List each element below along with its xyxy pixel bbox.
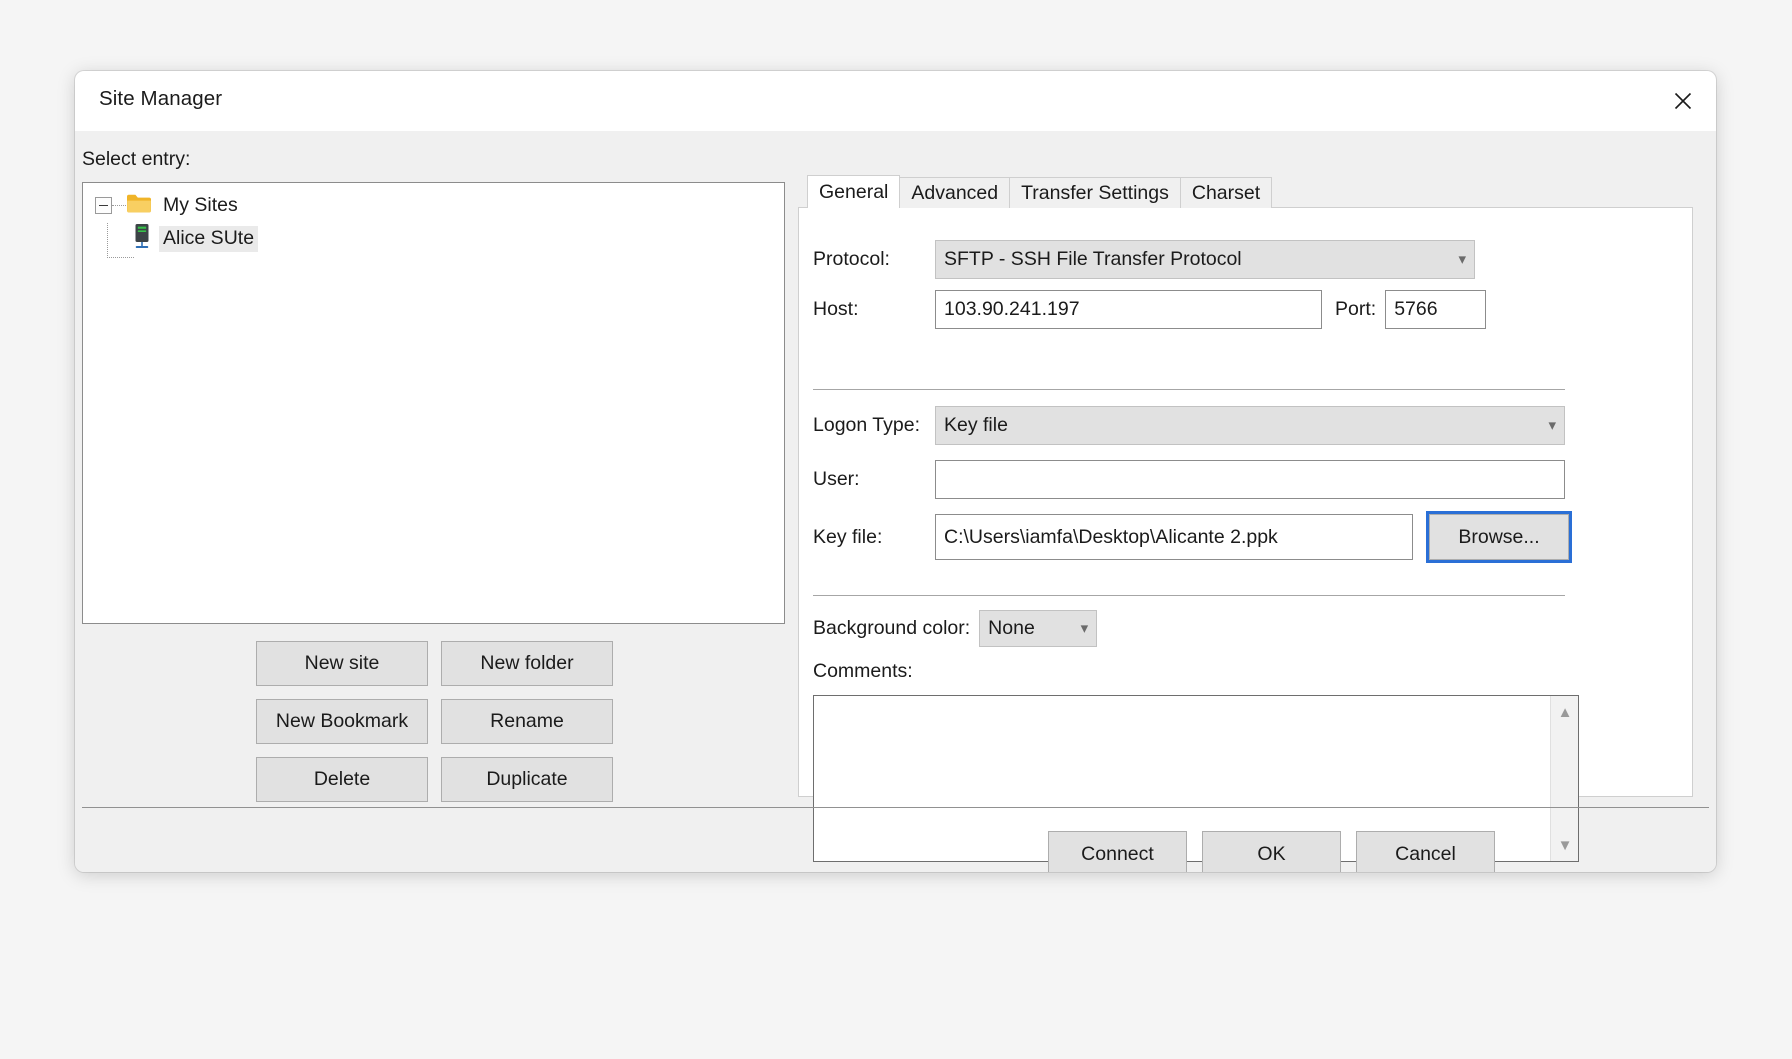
ok-button[interactable]: OK [1202,831,1341,872]
server-icon [131,223,153,254]
dialog-title: Site Manager [99,87,223,110]
port-label: Port: [1335,298,1377,320]
comments-scrollbar[interactable]: ▲ ▼ [1550,696,1578,861]
background-color-row: Background color: None ▾ [813,610,1098,647]
user-input[interactable] [935,460,1565,499]
settings-tabs: General Advanced Transfer Settings Chars… [807,175,1273,208]
tab-advanced[interactable]: Advanced [899,177,1011,208]
dialog-titlebar: Site Manager [75,71,1716,131]
protocol-value: SFTP - SSH File Transfer Protocol [944,248,1242,270]
tree-item-alice-sute[interactable]: Alice SUte [131,222,784,255]
settings-pane: General Advanced Transfer Settings Chars… [798,175,1693,862]
folder-icon [126,193,152,219]
background-color-select[interactable]: None ▾ [979,610,1098,647]
tree-item-my-sites[interactable]: My Sites [95,189,784,222]
footer-divider [82,807,1709,808]
tab-general[interactable]: General [807,175,901,208]
protocol-label: Protocol: [813,248,890,270]
comments-label-row: Comments: [813,660,913,683]
logon-type-value: Key file [944,414,1008,436]
background-color-label: Background color: [813,617,971,639]
new-bookmark-button[interactable]: New Bookmark [256,699,428,744]
logon-type-select[interactable]: Key file ▾ [935,406,1565,445]
protocol-row: Protocol: SFTP - SSH File Transfer Proto… [813,240,1475,279]
select-entry-label: Select entry: [82,148,191,170]
footer-actions: Connect OK Cancel [1048,831,1495,872]
chevron-down-icon: ▾ [1458,251,1466,268]
tree-item-label: My Sites [163,193,238,216]
scroll-up-icon[interactable]: ▲ [1551,698,1579,726]
site-tree[interactable]: My Sites Alice SUte [82,182,785,624]
user-row: User: [813,460,1565,499]
key-file-label: Key file: [813,525,883,548]
tree-action-buttons: New site New folder New Bookmark Rename … [256,641,613,802]
dialog-body: Select entry: My Sites Alice SUte New si… [75,131,1716,872]
divider-2 [813,595,1565,596]
divider-1 [813,389,1565,390]
logon-type-row: Logon Type: Key file ▾ [813,406,1565,445]
host-row: Host: 103.90.241.197 Port: 5766 [813,290,1487,329]
close-icon[interactable] [1650,71,1716,131]
tab-transfer-settings[interactable]: Transfer Settings [1009,177,1181,208]
duplicate-button[interactable]: Duplicate [441,757,613,802]
key-file-row: Key file: C:\Users\iamfa\Desktop\Alicant… [813,514,1569,560]
chevron-down-icon: ▾ [1548,417,1556,434]
tree-guide-line [107,223,134,258]
host-label: Host: [813,298,859,320]
user-label: User: [813,468,860,490]
chevron-down-icon: ▾ [1080,620,1089,637]
general-tab-panel: Protocol: SFTP - SSH File Transfer Proto… [798,207,1693,862]
browse-button[interactable]: Browse... [1429,514,1569,560]
host-input[interactable]: 103.90.241.197 [935,290,1322,329]
tree-connector [112,204,126,207]
tab-charset[interactable]: Charset [1179,177,1273,208]
tree-item-label: Alice SUte [159,225,259,252]
protocol-select[interactable]: SFTP - SSH File Transfer Protocol ▾ [935,240,1475,279]
rename-button[interactable]: Rename [441,699,613,744]
new-site-button[interactable]: New site [256,641,428,686]
scroll-down-icon[interactable]: ▼ [1551,831,1579,859]
site-manager-dialog: Site Manager Select entry: My Sites Alic… [75,71,1716,872]
port-input[interactable]: 5766 [1385,290,1487,329]
cancel-button[interactable]: Cancel [1356,831,1495,872]
logon-type-label: Logon Type: [813,414,920,436]
connect-button[interactable]: Connect [1048,831,1187,872]
new-folder-button[interactable]: New folder [441,641,613,686]
key-file-input[interactable]: C:\Users\iamfa\Desktop\Alicante 2.ppk [935,514,1413,560]
collapse-toggle-icon[interactable] [95,197,112,214]
delete-button[interactable]: Delete [256,757,428,802]
background-color-value: None [988,617,1035,639]
comments-label: Comments: [813,660,913,682]
